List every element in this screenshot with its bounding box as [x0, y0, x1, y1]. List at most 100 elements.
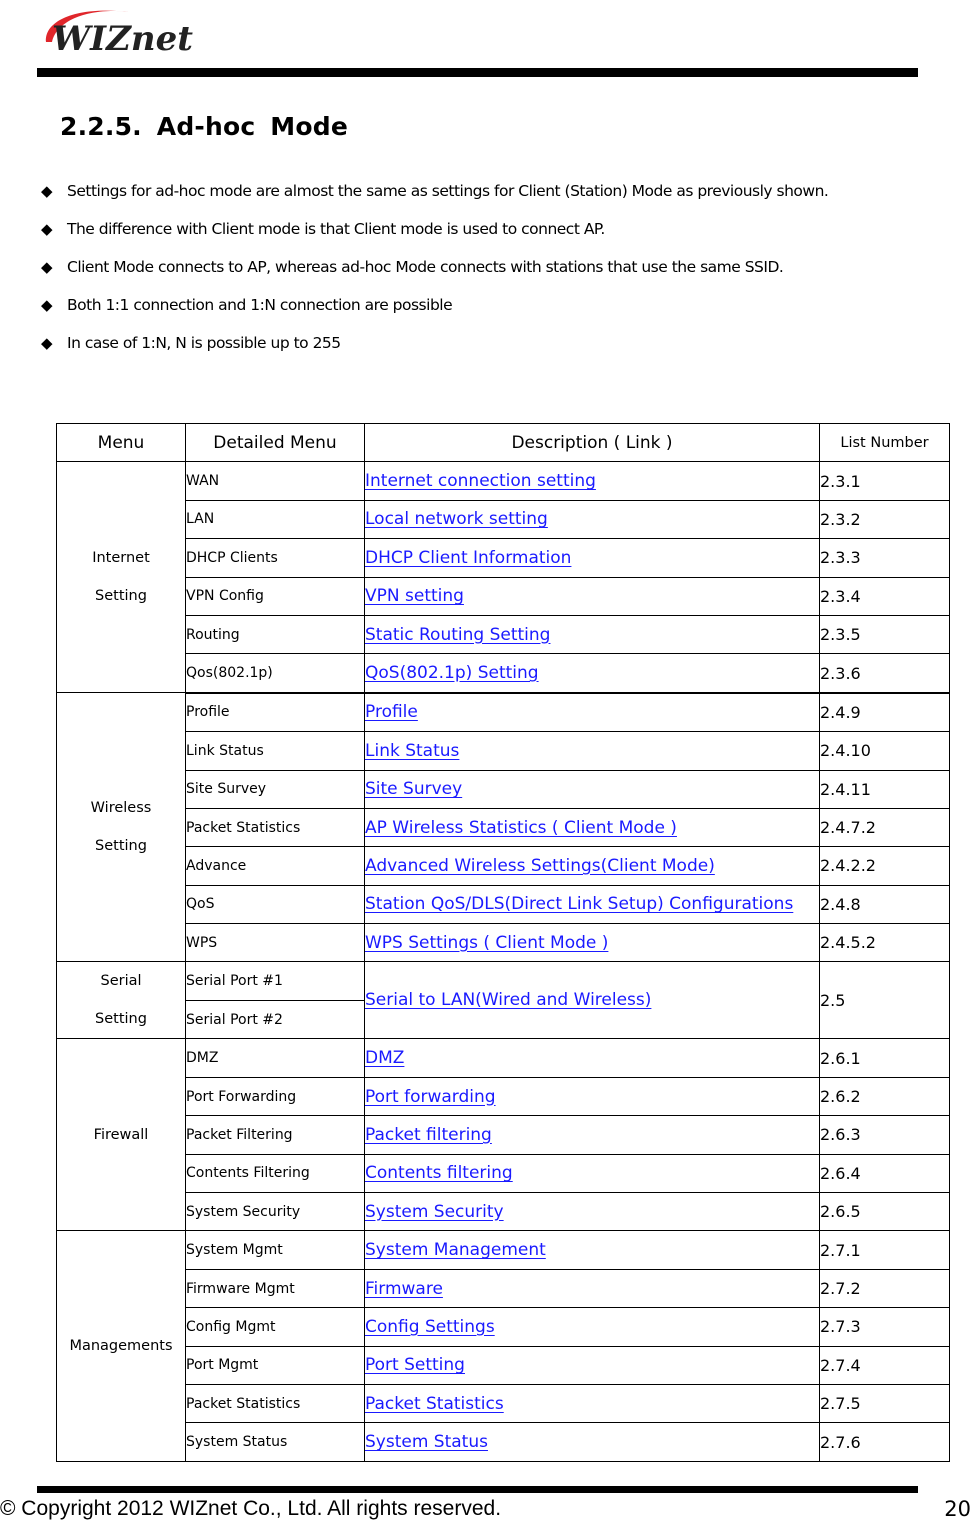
table-row: Routing Static Routing Setting 2.3.5 — [57, 614, 950, 655]
detailed-menu-cell: Firmware Mgmt — [185, 1268, 365, 1309]
description-cell: Static Routing Setting — [364, 614, 820, 655]
table-row: System Status System Status 2.7.6 — [57, 1422, 950, 1462]
description-link[interactable]: Internet connection setting — [365, 471, 596, 491]
description-link[interactable]: Profile — [365, 702, 418, 722]
bullet-text: Both 1:1 connection and 1:N connection a… — [67, 296, 453, 314]
list-number-cell: 2.4.2.2 — [819, 846, 950, 886]
description-cell: Profile — [364, 692, 820, 733]
table-row: DHCP Clients DHCP Client Information 2.3.3 — [57, 538, 950, 578]
menu-group-label: Serial — [100, 973, 142, 990]
description-link[interactable]: Serial to LAN(Wired and Wireless) — [365, 990, 651, 1010]
detailed-menu-cell: Serial Port #2 — [185, 999, 365, 1040]
list-number-cell: 2.4.11 — [819, 769, 950, 809]
description-link[interactable]: System Management — [365, 1240, 546, 1260]
logo-wordmark: WIZnet — [52, 19, 193, 58]
list-number-cell: 2.4.5.2 — [819, 923, 950, 963]
table-row: Advance Advanced Wireless Settings(Client… — [57, 846, 950, 886]
description-link[interactable]: Static Routing Setting — [365, 625, 550, 645]
list-number-cell: 2.7.1 — [819, 1230, 950, 1270]
description-link[interactable]: VPN setting — [365, 586, 464, 606]
description-link[interactable]: Port Setting — [365, 1355, 465, 1375]
description-link[interactable]: QoS(802.1p) Setting — [365, 663, 539, 683]
description-link[interactable]: Link Status — [365, 741, 459, 761]
description-link[interactable]: DMZ — [365, 1048, 404, 1068]
description-link[interactable]: Packet filtering — [365, 1125, 492, 1145]
description-link[interactable]: Station QoS/DLS(Direct Link Setup) Confi… — [365, 894, 793, 914]
description-cell: DHCP Client Information — [364, 538, 820, 578]
description-link[interactable]: Advanced Wireless Settings(Client Mode) — [365, 856, 715, 876]
bullet-text: Client Mode connects to AP, whereas ad-h… — [67, 258, 784, 276]
detailed-menu-cell: Packet Filtering — [185, 1115, 365, 1155]
bullet-item: ◆ Client Mode connects to AP, whereas ad… — [40, 248, 930, 286]
table-row: Firmware Mgmt Firmware 2.7.2 — [57, 1268, 950, 1309]
table-row: Packet Statistics Packet Statistics 2.7.5 — [57, 1383, 950, 1424]
list-number-cell: 2.7.6 — [819, 1422, 950, 1462]
description-cell: Packet Statistics — [364, 1383, 820, 1424]
description-link[interactable]: System Status — [365, 1432, 488, 1452]
menu-group-label: Wireless — [90, 800, 152, 817]
menu-group-label: Setting — [95, 838, 147, 855]
menu-group-managements: Managements — [56, 1230, 186, 1462]
bullet-text: The difference with Client mode is that … — [67, 220, 605, 238]
description-cell: Port forwarding — [364, 1076, 820, 1117]
table-row: Qos(802.1p) QoS(802.1p) Setting 2.3.6 — [57, 653, 950, 694]
detailed-menu-cell: WAN — [185, 461, 365, 501]
description-link[interactable]: Port forwarding — [365, 1087, 496, 1107]
table-row: Site Survey Site Survey 2.4.11 — [57, 769, 950, 809]
header-detailed-menu: Detailed Menu — [185, 422, 365, 463]
description-cell: Port Setting — [364, 1345, 820, 1385]
description-cell: Packet filtering — [364, 1115, 820, 1155]
description-cell: DMZ — [364, 1038, 820, 1078]
list-number-cell: 2.3.5 — [819, 614, 950, 655]
description-cell: VPN setting — [364, 576, 820, 616]
bullet-text: Settings for ad-hoc mode are almost the … — [67, 182, 829, 200]
bullet-text: In case of 1:N, N is possible up to 255 — [67, 334, 341, 352]
description-link[interactable]: DHCP Client Information — [365, 548, 571, 568]
list-number-cell: 2.3.1 — [819, 461, 950, 501]
detailed-menu-cell: DHCP Clients — [185, 538, 365, 578]
detailed-menu-cell: Routing — [185, 614, 365, 655]
detailed-menu-cell: Port Forwarding — [185, 1076, 365, 1117]
description-cell: Contents filtering — [364, 1153, 820, 1194]
detailed-menu-cell: Packet Statistics — [185, 807, 365, 848]
menu-group-label: Internet — [92, 550, 150, 567]
table-row: Managements System Mgmt System Management 2… — [56, 1230, 950, 1462]
description-cell: Serial to LAN(Wired and Wireless) — [364, 961, 820, 1040]
table-row: Wireless Setting Profile Profile 2.4.9 — [56, 692, 950, 963]
list-number-cell: 2.6.3 — [819, 1115, 950, 1155]
diamond-bullet-icon: ◆ — [41, 182, 53, 200]
description-link[interactable]: Site Survey — [365, 779, 462, 799]
description-link[interactable]: System Security — [365, 1202, 504, 1222]
list-number-cell: 2.3.4 — [819, 576, 950, 616]
detailed-menu-cell: System Security — [185, 1192, 365, 1232]
copyright-text: © Copyright 2012 WIZnet Co., Ltd. All ri… — [0, 1497, 502, 1520]
description-cell: Link Status — [364, 731, 820, 771]
table-row: Config Mgmt Config Settings 2.7.3 — [57, 1307, 950, 1347]
diamond-bullet-icon: ◆ — [41, 296, 53, 314]
table-row: Link Status Link Status 2.4.10 — [57, 731, 950, 771]
table-row: WPS WPS Settings ( Client Mode ) 2.4.5.2 — [57, 923, 950, 963]
list-number-cell: 2.4.10 — [819, 731, 950, 771]
detailed-menu-cell: Advance — [185, 846, 365, 886]
table-row: Port Forwarding Port forwarding 2.6.2 — [57, 1076, 950, 1117]
list-number-cell: 2.7.3 — [819, 1307, 950, 1347]
description-link[interactable]: Local network setting — [365, 509, 548, 529]
menu-group-label: Setting — [95, 1011, 147, 1028]
description-link[interactable]: Config Settings — [365, 1317, 495, 1337]
menu-reference-table: Menu Detailed Menu Description ( Link ) … — [56, 422, 950, 1462]
detailed-menu-cell: Site Survey — [185, 769, 365, 809]
list-number-cell: 2.7.4 — [819, 1345, 950, 1385]
description-link[interactable]: AP Wireless Statistics ( Client Mode ) — [365, 818, 677, 838]
menu-group-serial-setting: Serial Setting — [56, 961, 186, 1040]
header-rule — [37, 68, 918, 77]
list-number-cell: 2.4.9 — [819, 692, 950, 733]
menu-group-label: Setting — [95, 588, 147, 605]
description-link[interactable]: WPS Settings ( Client Mode ) — [365, 933, 608, 953]
description-link[interactable]: Packet Statistics — [365, 1394, 504, 1414]
description-cell: WPS Settings ( Client Mode ) — [364, 923, 820, 963]
list-number-cell: 2.3.6 — [819, 653, 950, 694]
header-menu: Menu — [56, 422, 186, 463]
description-link[interactable]: Firmware — [365, 1279, 443, 1299]
description-cell: System Management — [364, 1230, 820, 1270]
description-link[interactable]: Contents filtering — [365, 1163, 513, 1183]
